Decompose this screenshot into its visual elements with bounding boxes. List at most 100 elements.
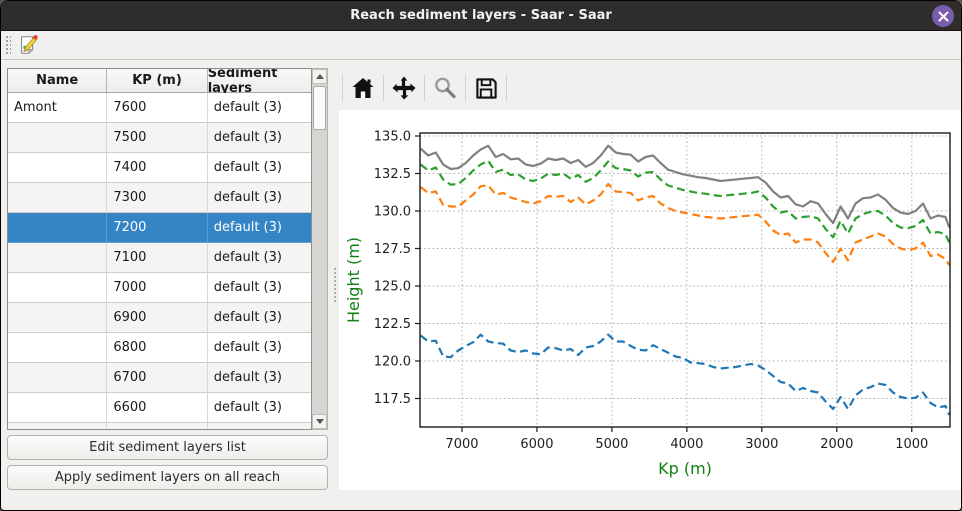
table-cell[interactable]: default (3) — [208, 153, 311, 183]
edit-sediment-icon — [17, 34, 39, 56]
scrollbar-thumb[interactable] — [313, 86, 326, 130]
table-cell — [208, 423, 311, 429]
move-arrows-icon — [392, 76, 416, 100]
header-name[interactable]: Name — [8, 69, 107, 93]
y-axis-label: Height (m) — [344, 237, 363, 323]
chart-canvas[interactable]: 7000600050004000300020001000135.0132.513… — [339, 110, 961, 490]
table-row[interactable]: 7500default (3) — [8, 123, 311, 153]
table-cell[interactable]: 7200 — [107, 213, 207, 243]
table-cell[interactable]: 6600 — [107, 393, 207, 423]
x-tick-label: 4000 — [670, 437, 703, 452]
table-cell[interactable]: 7600 — [107, 93, 207, 123]
table-cell[interactable] — [8, 153, 107, 183]
table-cell[interactable]: Amont — [8, 93, 107, 123]
table-cell[interactable]: default (3) — [208, 363, 311, 393]
plot-toolbar — [339, 60, 961, 110]
table-row[interactable]: 7300default (3) — [8, 183, 311, 213]
table-cell[interactable]: default (3) — [208, 273, 311, 303]
magnifier-icon — [433, 76, 457, 100]
table-row[interactable]: 7000default (3) — [8, 273, 311, 303]
table-cell[interactable]: default (3) — [208, 93, 311, 123]
table-cell[interactable] — [8, 273, 107, 303]
table-cell[interactable]: default (3) — [208, 333, 311, 363]
home-icon — [351, 77, 375, 99]
table-cell[interactable]: 7100 — [107, 243, 207, 273]
y-tick-label: 127.5 — [374, 242, 411, 257]
y-tick-label: 130.0 — [374, 205, 411, 220]
green-dashed-line — [421, 161, 950, 243]
table-cell — [8, 423, 107, 429]
table-cell[interactable] — [8, 363, 107, 393]
table-cell — [107, 423, 207, 429]
chart-panel: 7000600050004000300020001000135.0132.513… — [339, 60, 961, 510]
y-tick-label: 135.0 — [374, 130, 411, 145]
edit-sediment-layers-button[interactable] — [15, 32, 41, 58]
table-scrollbar[interactable] — [312, 68, 328, 430]
table-row[interactable]: 6700default (3) — [8, 363, 311, 393]
close-button[interactable] — [932, 5, 954, 27]
table-row[interactable]: 6800default (3) — [8, 333, 311, 363]
x-tick-label: 3000 — [745, 437, 778, 452]
orange-dashed-line — [421, 184, 950, 265]
apply-sediment-layers-button[interactable]: Apply sediment layers on all reach — [7, 465, 328, 490]
table-cell[interactable]: default (3) — [208, 393, 311, 423]
plot-home-button[interactable] — [346, 72, 380, 104]
table-row[interactable]: 7400default (3) — [8, 153, 311, 183]
plot-save-button[interactable] — [469, 72, 503, 104]
edit-sediment-layers-list-button[interactable]: Edit sediment layers list — [7, 435, 328, 460]
table-cell[interactable]: 6800 — [107, 333, 207, 363]
x-tick-label: 6000 — [520, 437, 553, 452]
x-tick-label: 5000 — [595, 437, 628, 452]
titlebar[interactable]: Reach sediment layers - Saar - Saar — [1, 1, 961, 31]
table-cell[interactable] — [8, 183, 107, 213]
table-cell[interactable]: 6900 — [107, 303, 207, 333]
table-cell[interactable] — [8, 333, 107, 363]
x-tick-label: 1000 — [895, 437, 928, 452]
table-header: Name KP (m) Sediment layers — [8, 69, 311, 93]
table-cell[interactable]: 7000 — [107, 273, 207, 303]
plot-pan-button[interactable] — [387, 72, 421, 104]
table-row[interactable]: Amont7600default (3) — [8, 93, 311, 123]
bottom-spacer — [339, 490, 961, 510]
table-row[interactable]: 7200default (3) — [8, 213, 311, 243]
table-cell[interactable]: 7300 — [107, 183, 207, 213]
x-axis-label: Kp (m) — [658, 459, 712, 478]
table-cell[interactable]: 6700 — [107, 363, 207, 393]
table-cell[interactable]: 7500 — [107, 123, 207, 153]
table-row-partial[interactable] — [8, 423, 311, 429]
toolbar-drag-handle[interactable] — [4, 34, 11, 56]
plot-zoom-button[interactable] — [428, 72, 462, 104]
scroll-down-button[interactable] — [312, 414, 327, 429]
sections-panel: Name KP (m) Sediment layers Amont7600def… — [1, 60, 331, 510]
table-cell[interactable]: default (3) — [208, 183, 311, 213]
main-area: Name KP (m) Sediment layers Amont7600def… — [1, 60, 961, 510]
table-cell[interactable]: 7400 — [107, 153, 207, 183]
table-row[interactable]: 6600default (3) — [8, 393, 311, 423]
table-row[interactable]: 6900default (3) — [8, 303, 311, 333]
arrow-down-icon — [316, 419, 324, 424]
table-cell[interactable]: default (3) — [208, 213, 311, 243]
header-sediment-layers[interactable]: Sediment layers — [208, 69, 311, 93]
y-tick-label: 120.0 — [374, 355, 411, 370]
close-x-icon — [938, 11, 949, 22]
height-vs-kp-plot: 7000600050004000300020001000135.0132.513… — [339, 110, 962, 490]
x-tick-label: 2000 — [820, 437, 853, 452]
table-cell[interactable]: default (3) — [208, 123, 311, 153]
table-cell[interactable] — [8, 243, 107, 273]
header-kp[interactable]: KP (m) — [107, 69, 207, 93]
scrollbar-track[interactable] — [312, 84, 327, 414]
table-cell[interactable] — [8, 393, 107, 423]
table-cell[interactable]: default (3) — [208, 243, 311, 273]
scroll-up-button[interactable] — [312, 69, 327, 84]
panel-splitter[interactable] — [331, 60, 339, 510]
table-cell[interactable]: default (3) — [208, 303, 311, 333]
y-tick-label: 125.0 — [374, 280, 411, 295]
splitter-grip-icon — [333, 268, 337, 302]
plot-spines — [420, 133, 950, 427]
y-tick-label: 122.5 — [374, 317, 411, 332]
table-cell[interactable] — [8, 123, 107, 153]
table-row[interactable]: 7100default (3) — [8, 243, 311, 273]
table-cell[interactable] — [8, 303, 107, 333]
table-body: Amont7600default (3)7500default (3)7400d… — [8, 93, 311, 429]
table-cell[interactable] — [8, 213, 107, 243]
